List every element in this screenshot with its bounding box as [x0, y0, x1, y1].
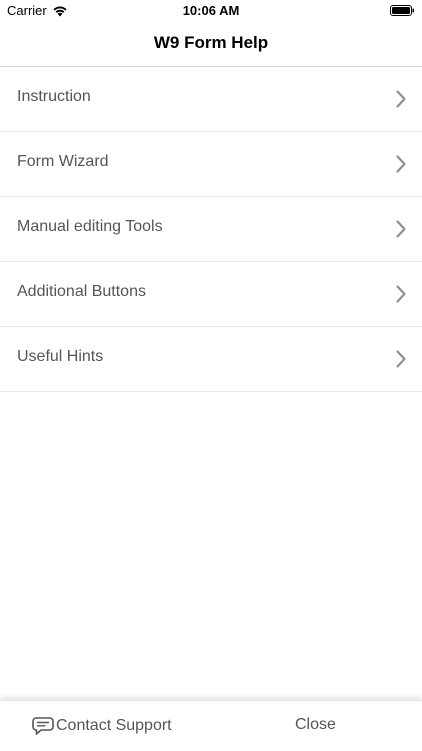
contact-support-button[interactable]: Contact Support	[32, 716, 172, 736]
chevron-right-icon	[396, 350, 406, 368]
contact-support-label: Contact Support	[56, 717, 172, 734]
menu-item-label: Instruction	[17, 88, 91, 105]
menu-item-label: Additional Buttons	[17, 283, 146, 300]
help-menu-list: Instruction Form Wizard Manual editing T…	[0, 67, 422, 392]
chevron-right-icon	[396, 155, 406, 173]
menu-item-additional-buttons[interactable]: Additional Buttons	[0, 262, 422, 327]
menu-item-label: Manual editing Tools	[17, 218, 163, 235]
chevron-right-icon	[396, 90, 406, 108]
menu-item-manual-editing-tools[interactable]: Manual editing Tools	[0, 197, 422, 262]
chevron-right-icon	[396, 220, 406, 238]
navigation-bar: W9 Form Help	[0, 22, 422, 67]
bottom-toolbar: Contact Support Close	[0, 700, 422, 751]
close-button[interactable]: Close	[295, 716, 336, 734]
menu-item-form-wizard[interactable]: Form Wizard	[0, 132, 422, 197]
status-bar: Carrier 10:06 AM	[0, 0, 422, 22]
menu-item-label: Useful Hints	[17, 348, 104, 365]
menu-item-label: Form Wizard	[17, 153, 109, 170]
menu-item-useful-hints[interactable]: Useful Hints	[0, 327, 422, 392]
menu-item-instruction[interactable]: Instruction	[0, 67, 422, 132]
battery-icon	[390, 5, 414, 16]
chat-bubble-icon	[32, 717, 54, 735]
chevron-right-icon	[396, 285, 406, 303]
status-time: 10:06 AM	[182, 3, 240, 18]
page-title: W9 Form Help	[153, 33, 269, 52]
